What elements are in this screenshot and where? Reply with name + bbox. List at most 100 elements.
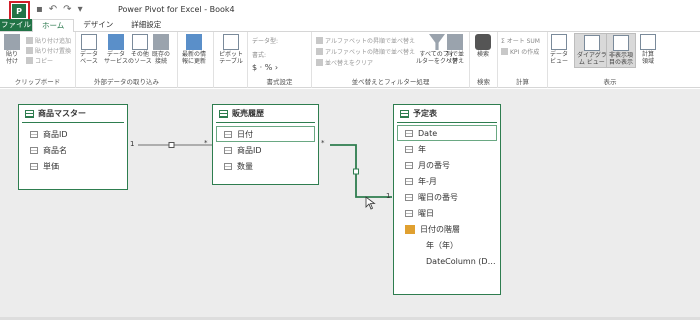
table-header[interactable]: 予定表 xyxy=(394,105,500,122)
other-sources-icon xyxy=(131,34,148,50)
ribbon-tabs: ファイル ホーム デザイン 詳細設定 xyxy=(0,19,700,33)
column-icon xyxy=(30,130,38,138)
tab-file[interactable]: ファイル xyxy=(0,19,32,31)
table-header[interactable]: 販売履歴 xyxy=(213,105,318,122)
pivottable-icon xyxy=(223,34,239,50)
column-item-selected[interactable]: 日付 xyxy=(216,126,315,142)
ribbon: 貼り 付け 貼り付け追加 貼り付け置換 コピー クリップボード データ ベース … xyxy=(0,32,700,88)
table-calendar[interactable]: 予定表 Date 年 月の番号 年-月 曜日の番号 曜日 日付の階層 年（年） … xyxy=(393,104,501,295)
paste-replace-button[interactable]: 貼り付け置換 xyxy=(26,46,71,55)
column-icon xyxy=(30,162,38,170)
number-format-buttons[interactable]: $ · % › xyxy=(252,63,278,72)
pivottable-button[interactable]: ピボット テーブル xyxy=(219,34,243,65)
from-database-button[interactable]: データ ベース xyxy=(80,34,98,65)
quick-access-toolbar: ▪ ↶ ↷ ▾ xyxy=(36,4,83,16)
sort-ascending-button[interactable]: アルファベットの昇順で並べ替え xyxy=(316,36,415,45)
column-icon xyxy=(405,177,413,185)
table-product-master[interactable]: 商品マスター 商品ID 商品名 単価 xyxy=(18,104,128,190)
from-data-service-button[interactable]: データ サービス xyxy=(104,34,128,65)
sort-descending-button[interactable]: アルファベットの降順で並べ替え xyxy=(316,47,415,56)
copy-button[interactable]: コピー xyxy=(26,56,53,65)
group-label: 検索 xyxy=(477,78,490,86)
hierarchy-level[interactable]: DateColumn (D… xyxy=(394,253,500,269)
relationship-label-one: 1 xyxy=(386,192,391,200)
group-external-data: データ ベース データ サービス その他 のソース 既存の 接続 外部データの取… xyxy=(76,32,178,88)
group-view: データ ビュー ダイアグラ ム ビュー 非表示項 目の表示 計算 領域 表示 xyxy=(548,32,672,88)
grid-icon xyxy=(551,34,567,50)
column-icon xyxy=(224,130,232,138)
datatype-dropdown[interactable]: データ型: xyxy=(252,36,278,45)
column-item[interactable]: 単価 xyxy=(19,158,127,174)
hierarchy-item[interactable]: 日付の階層 xyxy=(394,221,500,237)
save-icon[interactable]: ▪ xyxy=(36,4,43,16)
group-sort-filter: アルファベットの昇順で並べ替え アルファベットの降順で並べ替え 並べ替えをクリア… xyxy=(312,32,470,88)
column-item[interactable]: 曜日の番号 xyxy=(394,189,500,205)
relationship-line-calendar[interactable] xyxy=(330,144,392,198)
refresh-icon xyxy=(186,34,202,50)
hierarchy-level[interactable]: 年（年） xyxy=(394,237,500,253)
autosum-button[interactable]: Σ オート SUM xyxy=(501,36,540,45)
column-item[interactable]: 数量 xyxy=(213,158,318,174)
paste-append-button[interactable]: 貼り付け追加 xyxy=(26,36,71,45)
relationship-handle[interactable] xyxy=(168,142,175,148)
title-bar: P ▪ ↶ ↷ ▾ Power Pivot for Excel - Book4 xyxy=(0,0,700,21)
tab-advanced[interactable]: 詳細設定 xyxy=(122,19,170,31)
redo-icon[interactable]: ↷ xyxy=(63,4,71,16)
sort-by-column-button[interactable]: 列で並 べ替え xyxy=(446,34,464,65)
table-icon xyxy=(400,109,409,118)
refresh-button[interactable]: 最新の情 報に更新 xyxy=(182,34,206,65)
column-icon xyxy=(405,145,413,153)
paste-append-icon xyxy=(26,37,33,44)
relationship-handle[interactable] xyxy=(353,168,359,175)
kpi-icon xyxy=(501,48,508,55)
tab-design[interactable]: デザイン xyxy=(74,19,122,31)
column-item[interactable]: 商品名 xyxy=(19,142,127,158)
column-item[interactable]: 商品ID xyxy=(213,142,318,158)
diagram-canvas[interactable]: 1 * * 1 商品マスター 商品ID 商品名 単価 販売履歴 日付 商品ID … xyxy=(0,89,700,320)
relationship-label-many: * xyxy=(204,139,208,147)
table-sales-history[interactable]: 販売履歴 日付 商品ID 数量 xyxy=(212,104,319,185)
paste-button[interactable]: 貼り 付け xyxy=(4,34,20,65)
highlight-box xyxy=(9,1,30,21)
column-icon xyxy=(405,161,413,169)
column-item[interactable]: 月の番号 xyxy=(394,157,500,173)
column-item[interactable]: 年-月 xyxy=(394,173,500,189)
calculation-area-button[interactable]: 計算 領域 xyxy=(640,34,656,65)
qat-more-icon[interactable]: ▾ xyxy=(78,4,83,16)
format-dropdown[interactable]: 書式: xyxy=(252,50,266,59)
group-clipboard: 貼り 付け 貼り付け追加 貼り付け置換 コピー クリップボード xyxy=(0,32,76,88)
column-item-selected[interactable]: Date xyxy=(397,125,497,141)
data-view-button[interactable]: データ ビュー xyxy=(550,34,568,65)
hierarchy-icon xyxy=(405,224,415,234)
table-icon xyxy=(219,109,228,118)
group-label: 書式設定 xyxy=(266,78,293,86)
group-calculations: Σ オート SUM KPI の作成 計算 xyxy=(498,32,548,88)
create-kpi-button[interactable]: KPI の作成 xyxy=(501,47,539,56)
clear-sort-icon xyxy=(316,59,323,66)
column-icon xyxy=(224,146,232,154)
binoculars-icon xyxy=(475,34,491,50)
existing-connections-button[interactable]: 既存の 接続 xyxy=(152,34,170,65)
connections-icon xyxy=(153,34,169,50)
column-item[interactable]: 曜日 xyxy=(394,205,500,221)
tab-home[interactable]: ホーム xyxy=(32,19,75,33)
show-hidden-button[interactable]: 非表示項 目の表示 xyxy=(606,33,637,68)
clear-sort-button[interactable]: 並べ替えをクリア xyxy=(316,58,373,67)
undo-icon[interactable]: ↶ xyxy=(49,4,57,16)
column-icon xyxy=(224,162,232,170)
group-format: データ型: 書式: $ · % › 書式設定 xyxy=(248,32,312,88)
table-header[interactable]: 商品マスター xyxy=(19,105,127,122)
table-icon xyxy=(25,109,34,118)
column-item[interactable]: 商品ID xyxy=(19,126,127,142)
relationship-label-one: 1 xyxy=(130,140,135,148)
sort-desc-icon xyxy=(316,48,323,55)
diagram-view-button[interactable]: ダイアグラ ム ビュー xyxy=(574,33,610,68)
sort-asc-icon xyxy=(316,37,323,44)
window-title: Power Pivot for Excel - Book4 xyxy=(118,5,235,14)
mouse-cursor-icon xyxy=(365,196,376,210)
group-label: 表示 xyxy=(603,78,617,86)
find-button[interactable]: 検索 xyxy=(475,34,491,58)
sort-by-column-icon xyxy=(447,34,463,50)
from-other-sources-button[interactable]: その他 のソース xyxy=(128,34,152,65)
column-item[interactable]: 年 xyxy=(394,141,500,157)
